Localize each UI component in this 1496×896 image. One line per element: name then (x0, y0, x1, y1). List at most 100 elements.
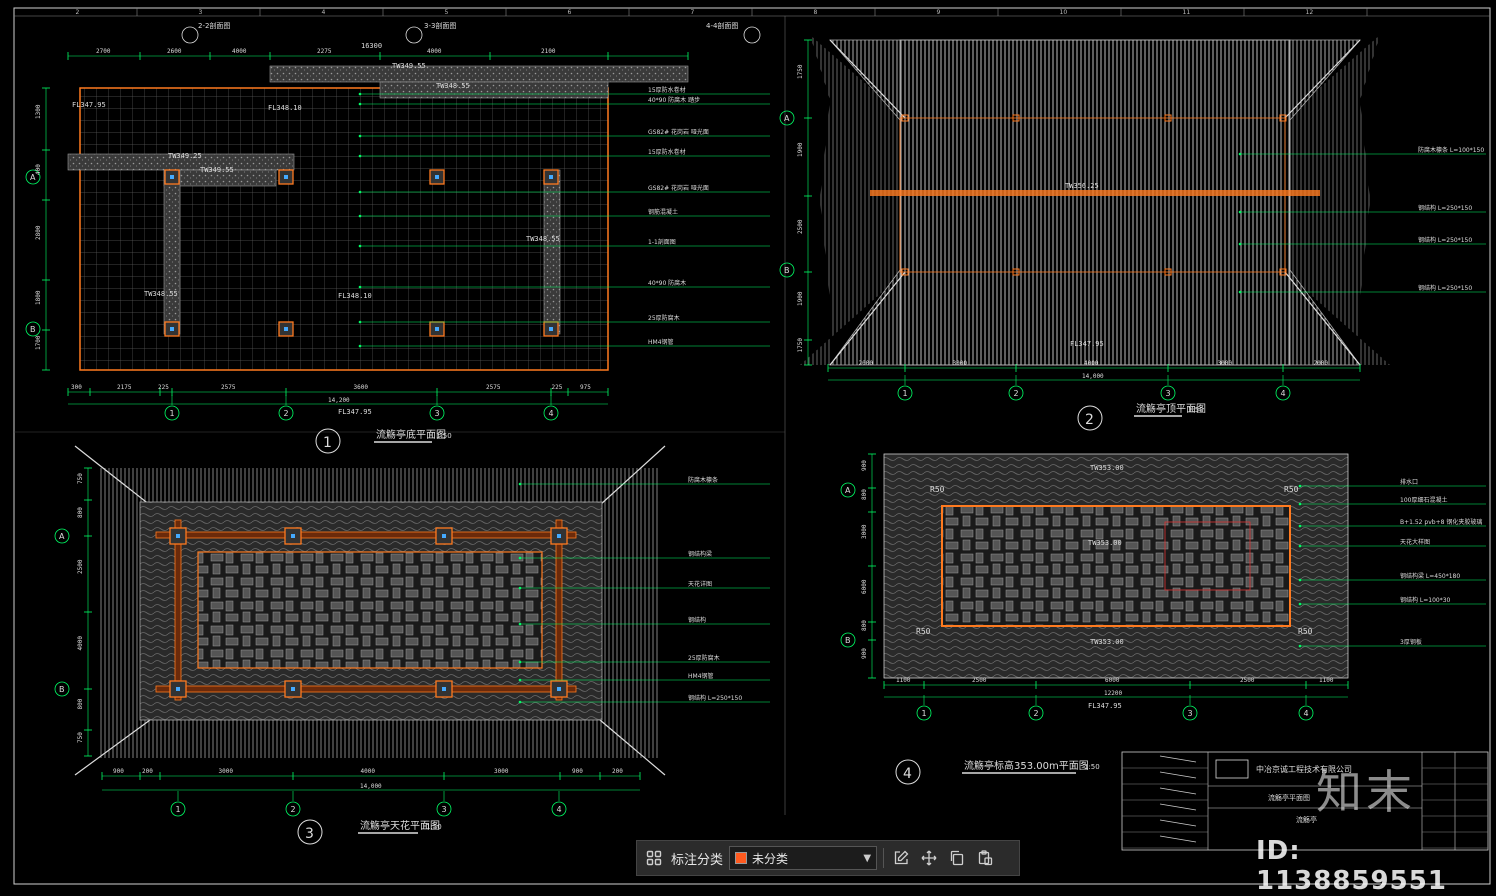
callout-text: 100厚细石混凝土 (1400, 496, 1447, 504)
view-number: 1 (323, 435, 332, 451)
dimension-label: 2275 (317, 48, 332, 55)
axis-label: 2 (1034, 709, 1039, 718)
level-label: TW349.55 (392, 62, 426, 70)
dimension-label: 1100 (1319, 677, 1334, 684)
dimension-label: 4000 (361, 768, 376, 775)
section-mark: 2-2剖面图 (198, 21, 230, 30)
level-label: FL347.95 (1070, 340, 1104, 348)
level-label: TW356.25 (1065, 182, 1099, 190)
grid-column-label: 10 (1060, 9, 1068, 16)
grid-column-label: 12 (1306, 9, 1314, 16)
view-2-roof-plan: 2000 3000 4000 3000 2000 14,000 1750 1900 2500 19… (797, 35, 1486, 431)
row-axis-label: B (30, 325, 36, 334)
callout-text: 钢结构梁 (688, 550, 712, 558)
callout-text: GS82# 花岗岩 哑光面 (648, 128, 709, 136)
move-icon[interactable] (918, 847, 940, 869)
axis-label: 4 (549, 409, 554, 418)
company-logo (1215, 759, 1249, 779)
callout-text: 钢结构 L=250*150 (1418, 204, 1472, 212)
axis-label: 3 (435, 409, 440, 418)
copy-icon[interactable] (946, 847, 968, 869)
grid-column-label: 4 (322, 9, 326, 16)
dimension-label: 900 (861, 648, 868, 659)
level-label: TW349.55 (200, 166, 234, 174)
bench-right (543, 169, 561, 335)
axis-label: 4 (557, 805, 562, 814)
axis-label: 4 (1304, 709, 1309, 718)
dimension-label: 4000 (232, 48, 247, 55)
section-mark: 4-4剖面图 (706, 21, 738, 30)
grid-icon[interactable] (643, 847, 665, 869)
watermark-logo: 知末 (1316, 765, 1416, 819)
axis-label: 2 (284, 409, 289, 418)
dimension-label: 2175 (117, 384, 132, 391)
grid-column-label: 7 (691, 9, 695, 16)
dimension-label: 3000 (219, 768, 234, 775)
dimension-label: 225 (158, 384, 169, 391)
dimension-label: 2000 (1314, 360, 1329, 367)
category-select-value: 未分类 (752, 851, 789, 866)
dimension-label: 3000 (953, 360, 968, 367)
level-label: FL347.95 (72, 101, 106, 109)
dimension-label: 3000 (861, 524, 868, 539)
cad-drawing-canvas[interactable]: 2 3 4 5 6 7 8 9 10 11 12ABABABAB 2700 2600 4000 2275 4… (0, 0, 1496, 890)
dimension-label: 800 (77, 507, 84, 518)
row-axis-label: A (784, 114, 790, 123)
dimension-label: 1900 (797, 291, 804, 306)
level-label: TW349.25 (168, 152, 202, 160)
annotation-category-label: 标注分类 (671, 852, 724, 868)
view-scale: 1:50 (1084, 763, 1100, 771)
axis-label: 2 (291, 805, 296, 814)
row-axis-label: B (59, 685, 65, 694)
view-number: 3 (305, 826, 314, 842)
callout-text: 15厚防水卷材 (648, 148, 686, 156)
section-mark: 3-3剖面图 (424, 21, 456, 30)
glass-lattice (941, 505, 1291, 627)
view-scale: 1:50 (1188, 406, 1204, 414)
dimension-label: 2700 (96, 48, 111, 55)
dimension-label: 3000 (494, 768, 509, 775)
axis-label: 1 (903, 389, 908, 398)
floor-tile-area (79, 87, 609, 371)
callout-text: 排水口 (1400, 478, 1418, 486)
view-3-ceiling-plan: 900 200 3000 4000 3000 900 200 14,000 750 800 2500… (74, 445, 770, 845)
ceiling-lattice (197, 551, 543, 669)
axis-label: 4 (1281, 389, 1286, 398)
grid-column-label: 9 (937, 9, 941, 16)
radius-label: R50 (1298, 627, 1313, 636)
level-label: TW353.00 (1088, 539, 1122, 547)
callout-text: GS82# 花岗岩 哑光面 (648, 184, 709, 192)
edit-icon[interactable] (890, 847, 912, 869)
category-color-swatch (735, 852, 748, 864)
category-select[interactable]: 未分类 ▼ (729, 846, 878, 870)
dimension-label: 400 (35, 164, 42, 175)
overall-dimension: 14,000 (1082, 373, 1104, 380)
view-scale: 1:50 (436, 432, 452, 440)
dimension-label: 3600 (354, 384, 369, 391)
dimension-label: 1750 (797, 64, 804, 79)
dimension-label: 800 (77, 698, 84, 709)
ridge-beam (870, 190, 1320, 196)
grid-column-label: 11 (1183, 9, 1191, 16)
dimension-label: 6000 (861, 579, 868, 594)
callout-text: 防腐木檩条 L=100*150 (1418, 146, 1484, 154)
axis-label: 3 (442, 805, 447, 814)
dimension-label: 2500 (1240, 677, 1255, 684)
dimension-label: 4000 (77, 636, 84, 651)
axis-label: 1 (922, 709, 927, 718)
grid-column-label: 2 (76, 9, 80, 16)
dimension-label: 900 (572, 768, 583, 775)
callout-text: 40*90 防腐木 (648, 279, 686, 287)
dimension-label: 900 (113, 768, 124, 775)
dimension-label: 2000 (859, 360, 874, 367)
step-band-top (269, 65, 689, 83)
overall-dimension: 16300 (361, 42, 382, 50)
dimension-label: 750 (77, 473, 84, 484)
watermark-id: ID: 1138859551 (1256, 836, 1447, 896)
callout-text: B+1.52 pvb+8 钢化夹胶玻璃 (1400, 518, 1482, 526)
callout-text: HM4钢管 (688, 672, 714, 680)
dimension-label: 2500 (797, 219, 804, 234)
paste-icon[interactable] (974, 847, 996, 869)
dimension-label: 2600 (167, 48, 182, 55)
callout-text: 天花详图 (688, 580, 712, 588)
